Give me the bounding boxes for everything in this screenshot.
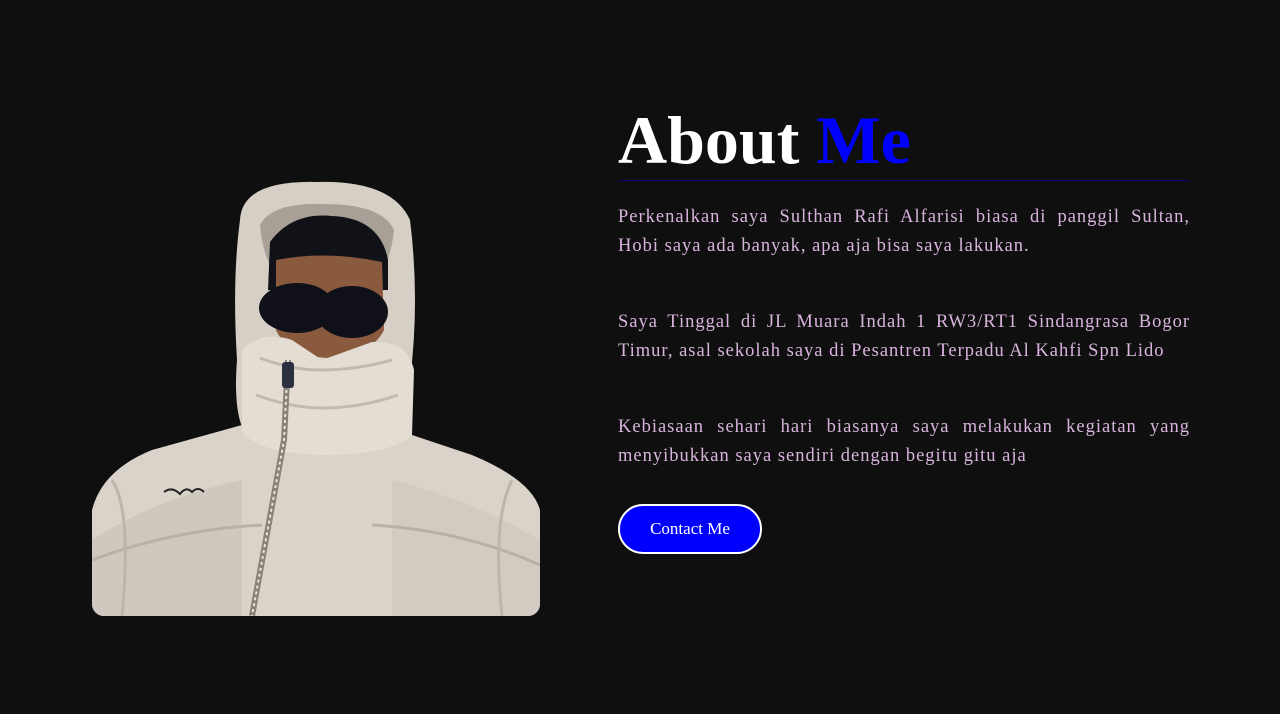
contact-me-button[interactable]: Contact Me [618,504,762,554]
title-divider [618,180,1190,181]
address-paragraph: Saya Tinggal di JL Muara Indah 1 RW3/RT1… [618,312,1190,361]
habits-paragraph: Kebiasaan sehari hari biasanya saya mela… [618,417,1190,466]
about-section: About Me Perkenalkan saya Sulthan Rafi A… [0,0,1280,714]
profile-photo [92,180,540,616]
title-main: About [618,102,800,178]
title-accent: Me [816,102,911,178]
page-title: About Me [618,100,1190,180]
intro-paragraph: Perkenalkan saya Sulthan Rafi Alfarisi b… [618,207,1190,256]
about-content: About Me Perkenalkan saya Sulthan Rafi A… [618,100,1190,554]
profile-photo-illustration [92,180,540,616]
